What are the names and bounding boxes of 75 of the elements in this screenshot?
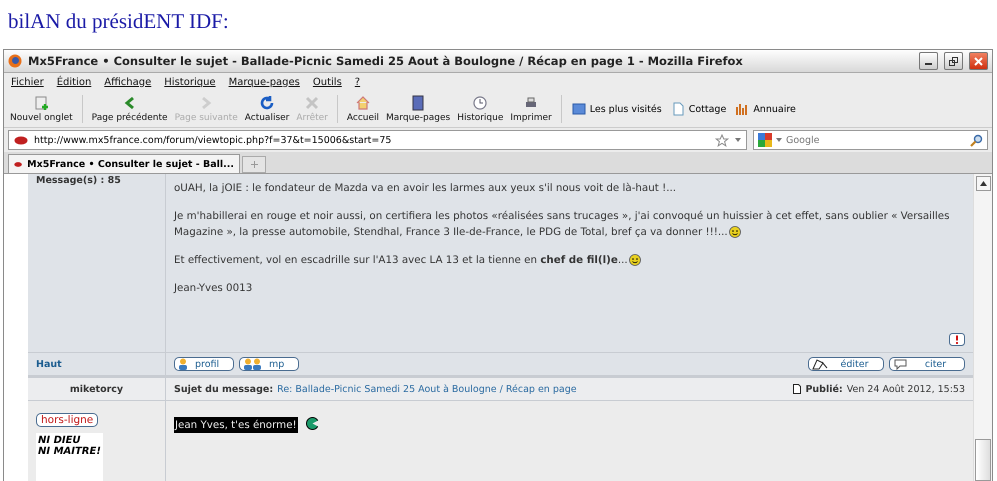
bookmark-link[interactable]: Les plus visités — [568, 102, 665, 116]
scroll-up-button[interactable] — [976, 176, 990, 191]
address-field[interactable]: http://www.mx5france.com/forum/viewtopic.php?f=37&t=15006&start=75 — [8, 130, 747, 150]
profile-button[interactable]: profil — [174, 357, 234, 372]
toolbar-button[interactable]: Marque-pages — [384, 95, 452, 123]
dropdown-caret-icon[interactable] — [776, 138, 782, 142]
post-count: Message(s) : 85 — [36, 175, 122, 186]
menu-item[interactable]: Fichier — [11, 76, 44, 88]
bar-icon — [735, 102, 750, 116]
search-field[interactable]: Google — [753, 130, 988, 150]
restore-icon — [949, 56, 958, 66]
star-icon[interactable] — [715, 134, 729, 146]
menu-item[interactable]: Affichage — [104, 76, 152, 88]
scrollbar-thumb[interactable] — [975, 439, 991, 481]
menu-item[interactable]: Marque-pages — [228, 76, 300, 88]
toolbar-button[interactable]: Historique — [455, 95, 506, 123]
status-badge: hors-ligne — [36, 412, 98, 427]
site-icon — [14, 136, 28, 144]
subject-link[interactable]: Re: Ballade-Picnic Samedi 25 Aout à Boulogne / Récap en page — [277, 384, 577, 395]
profile-button[interactable]: mp — [239, 357, 299, 372]
toolbar-button[interactable]: Page précédente — [90, 95, 170, 123]
avatar-image: NI DIEU NI MAITRE! — [36, 432, 103, 481]
people-icon — [243, 358, 263, 370]
menu-item[interactable]: ? — [354, 76, 360, 88]
published-date: Ven 24 Août 2012, 15:53 — [846, 384, 965, 395]
message-text: Jean Yves, t'es énorme! — [174, 416, 298, 433]
clock-icon — [472, 95, 488, 111]
bookmark-link[interactable]: Annuaire — [732, 102, 799, 116]
menu-item[interactable]: Historique — [164, 76, 216, 88]
author-name: miketorcy — [70, 384, 124, 395]
toolbar-button[interactable]: Imprimer — [508, 95, 554, 123]
action-button[interactable]: citer — [889, 357, 965, 372]
subject-label: Sujet du message: — [174, 384, 274, 395]
minimize-button[interactable] — [919, 52, 938, 70]
post-paragraph: Je m'habillerai en rouge et noir aussi, on certifiera les photos «réalisées sans trucages », j'ai convoqué un huissier à cet effet, sans oublier « Versailles Magazine », la presse automobile, Stendhal, France 3 Ile-de-France, le PDG de Total, bref ça va donner !!!... — [174, 209, 950, 240]
toolbar-button[interactable]: Actualiser — [242, 95, 292, 123]
menu-item[interactable]: Outils — [312, 76, 342, 88]
search-icon[interactable] — [970, 134, 983, 146]
toolbar-button[interactable]: Nouvel onglet — [8, 95, 75, 123]
smiley-icon — [728, 226, 741, 238]
close-button[interactable] — [969, 52, 988, 70]
top-link[interactable]: Haut — [36, 358, 157, 370]
smiley-icon — [628, 254, 641, 266]
speech-bubble-icon — [893, 358, 909, 370]
bookmark-link[interactable]: Cottage — [668, 102, 730, 116]
browser-tab[interactable]: Mx5France • Consulter le sujet - Ball... — [8, 154, 240, 173]
folder-icon — [572, 102, 586, 116]
site-icon — [14, 160, 22, 168]
restore-button[interactable] — [944, 52, 963, 70]
action-button[interactable]: éditer — [808, 357, 884, 372]
google-logo-icon — [758, 133, 772, 147]
up-arrow-icon — [980, 181, 986, 186]
post-paragraph: oUAH, la jOIE : le fondateur de Mazda va en avoir les larmes aux yeux s'il nous voit de là-haut !... — [174, 181, 678, 196]
reload-icon — [259, 95, 276, 111]
pencil-icon — [812, 358, 828, 370]
warning-icon[interactable] — [949, 333, 965, 346]
bookmark-icon — [410, 95, 426, 111]
person-icon — [178, 358, 189, 370]
home-icon — [354, 95, 371, 111]
close-icon — [974, 56, 983, 66]
new-tab-icon — [33, 95, 50, 111]
menu-item[interactable]: Édition — [56, 76, 92, 88]
plus-icon — [250, 160, 258, 168]
post-paragraph: Jean-Yves 0013 — [174, 281, 254, 296]
page-icon — [793, 384, 802, 394]
firefox-logo-icon — [8, 54, 22, 68]
search-input[interactable]: Google — [786, 134, 966, 146]
stop-icon — [304, 95, 320, 111]
window-title: Mx5France • Consulter le sujet - Ballade-Picnic Samedi 25 Aout à Boulogne / Récap en page 1 - Mozilla Firefox — [28, 54, 744, 68]
published-label: Publié: — [805, 384, 843, 395]
page-icon — [670, 102, 685, 116]
toolbar-button[interactable]: Accueil — [344, 95, 382, 123]
post-paragraph: Et effectivement, vol en escadrille sur l'A13 avec LA 13 et la tienne en chef de fil(l)e... — [174, 252, 965, 268]
dropdown-caret-icon[interactable] — [735, 138, 741, 142]
page-heading: bilAN du présidENT IDF: — [7, 8, 230, 35]
